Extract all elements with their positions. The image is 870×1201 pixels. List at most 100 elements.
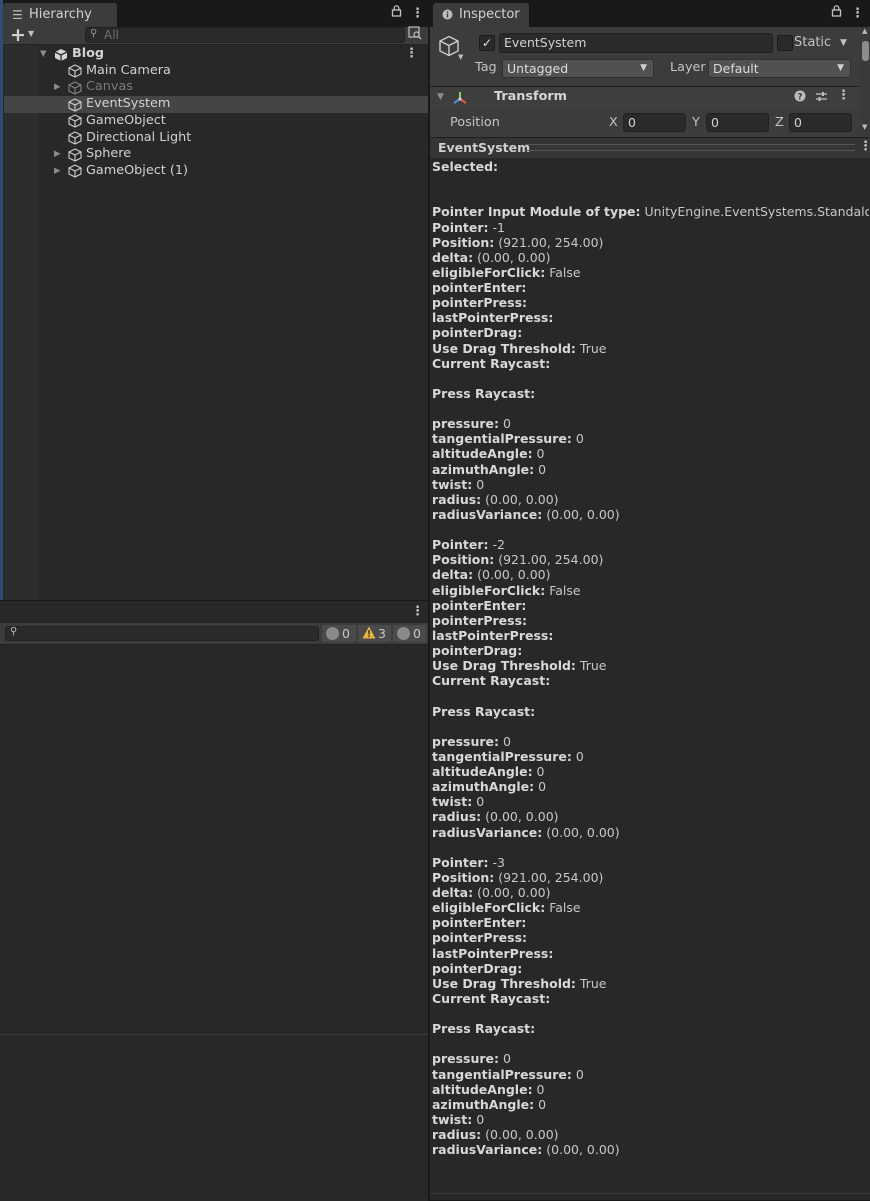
preview-menu-icon[interactable]: ⋮ [859,139,870,154]
foldout-expanded-icon[interactable]: ▼ [40,46,47,63]
debug-line: delta: (0.00, 0.00) [432,249,551,265]
panel-menu-icon[interactable]: ⋮ [851,4,864,24]
add-dropdown-icon[interactable]: ▼ [28,29,34,38]
scroll-up-icon[interactable]: ▲ [862,27,867,35]
add-button[interactable]: + [10,24,26,46]
tab-inspector[interactable]: Inspector [433,3,529,27]
foldout-collapsed-icon[interactable]: ▶ [54,146,61,163]
hierarchy-item-label: GameObject [86,112,166,128]
debug-line: Pointer: -1 [432,219,506,235]
info-count: 0 [342,626,350,641]
active-checkbox[interactable]: ✓ [479,35,495,51]
debug-value: (0.00, 0.00) [485,491,559,507]
hierarchy-item[interactable]: ▶ Sphere [4,146,428,163]
debug-line: pressure: 0 [432,1051,511,1067]
debug-line: pointerEnter: [432,280,527,295]
console-split-divider[interactable] [0,1034,428,1035]
debug-line: delta: (0.00, 0.00) [432,885,551,900]
tag-label: Tag [475,60,497,75]
debug-value: 0 [503,416,511,432]
debug-value: 0 [538,1096,547,1112]
foldout-arrow-icon[interactable]: ▼ [437,92,444,102]
scene-search-icon[interactable] [408,26,422,40]
debug-line: Selected: [432,159,499,174]
z-label[interactable]: Z [775,115,784,130]
panel-menu-icon[interactable]: ⋮ [411,4,424,24]
debug-value: UnityEngine.EventSystems.StandaloneInput… [644,204,869,220]
debug-line: pointerDrag: [432,325,523,341]
icon-dropdown-icon[interactable]: ▼ [458,53,463,61]
lock-icon[interactable] [391,4,402,24]
console-search-input[interactable]: ⚲ [5,626,319,641]
debug-line: pointerPress: [432,295,528,311]
debug-value: 0 [503,1051,511,1067]
debug-line: pointerEnter: [432,597,527,613]
info-icon [326,627,339,640]
help-icon[interactable]: ? [794,90,806,105]
debug-line: tangentialPressure: 0 [432,1066,584,1082]
lock-icon[interactable] [831,4,842,24]
gameobject-cube-icon [68,131,82,145]
debug-value: (0.00, 0.00) [485,1127,559,1142]
debug-line: lastPointerPress: [432,627,554,643]
object-name-field[interactable]: EventSystem [499,33,773,53]
position-y-field[interactable]: 0 [706,113,769,132]
debug-line: pointerEnter: [432,915,527,931]
static-checkbox[interactable]: ✓ [777,35,793,51]
tag-dropdown[interactable]: Untagged ▼ [502,59,654,78]
debug-value: (921.00, 254.00) [498,234,604,250]
debug-line [432,840,869,855]
error-count-toggle[interactable]: 0 [393,625,426,642]
debug-value: 0 [536,446,545,462]
gameobject-cube-icon[interactable] [438,35,460,60]
preset-icon[interactable] [815,90,828,106]
transform-header[interactable]: ▼ Transform ? ⋮ [430,86,870,110]
hierarchy-item[interactable]: Main Camera [4,63,428,80]
debug-line: Use Drag Threshold: True [432,658,607,674]
info-circle-icon [442,3,453,28]
position-x-field[interactable]: 0 [623,113,686,132]
hierarchy-item[interactable]: EventSystem [4,96,428,113]
hierarchy-item[interactable]: ▶ GameObject (1) [4,163,428,180]
foldout-collapsed-icon[interactable]: ▶ [54,163,61,180]
debug-value: 0 [476,794,485,810]
layer-dropdown[interactable]: Default ▼ [708,59,851,78]
component-menu-icon[interactable]: ⋮ [837,88,850,103]
y-label[interactable]: Y [692,115,700,130]
foldout-collapsed-icon[interactable]: ▶ [54,79,61,96]
scene-menu-icon[interactable]: ⋮ [405,46,418,63]
hierarchy-item[interactable]: ▼ Blog ⋮ [4,46,428,63]
scrollbar-thumb[interactable] [862,41,869,61]
inspector-bottom-divider [430,1193,870,1194]
debug-line: Pointer Input Module of type: UnityEngin… [432,204,869,219]
debug-line [432,401,869,416]
hierarchy-item[interactable]: ▶ Canvas [4,79,428,96]
info-count-toggle[interactable]: 0 [322,625,356,642]
static-dropdown-icon[interactable]: ▼ [840,38,847,48]
hierarchy-search-input[interactable]: ⚲ All [85,27,405,43]
hierarchy-item-label: GameObject (1) [86,162,188,178]
debug-line: radiusVariance: (0.00, 0.00) [432,824,620,840]
debug-value: False [549,582,581,598]
gameobject-cube-icon [68,81,82,95]
hierarchy-item[interactable]: GameObject [4,113,428,130]
debug-value: -3 [492,854,506,870]
scroll-down-icon[interactable]: ▼ [862,123,867,131]
position-z-field[interactable]: 0 [789,113,852,132]
hierarchy-toolbar: + ▼ ⚲ All [0,24,428,46]
drag-handle[interactable] [525,144,855,151]
hierarchy-item[interactable]: Directional Light [4,130,428,147]
debug-line: lastPointerPress: [432,945,554,961]
debug-value: 0 [575,431,584,447]
preview-header[interactable]: EventSystem ⋮ [430,137,870,159]
debug-line: Current Raycast: [432,355,551,371]
warning-count-toggle[interactable]: 3 [358,625,391,642]
debug-line: altitudeAngle: 0 [432,446,545,462]
console-menu-icon[interactable]: ⋮ [411,604,424,619]
layer-label: Layer [670,60,706,75]
x-label[interactable]: X [609,115,618,130]
debug-line: azimuthAngle: 0 [432,461,547,477]
search-placeholder: All [104,28,119,42]
inspector-scrollbar[interactable]: ▲ ▼ [860,27,870,137]
debug-line [432,189,869,204]
